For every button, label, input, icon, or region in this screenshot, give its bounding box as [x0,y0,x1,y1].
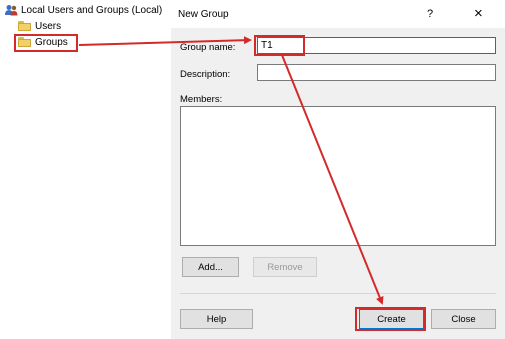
annotation-arrows [78,36,384,305]
arrow-groups-to-name [78,36,252,46]
arrow-name-to-create [281,54,384,305]
